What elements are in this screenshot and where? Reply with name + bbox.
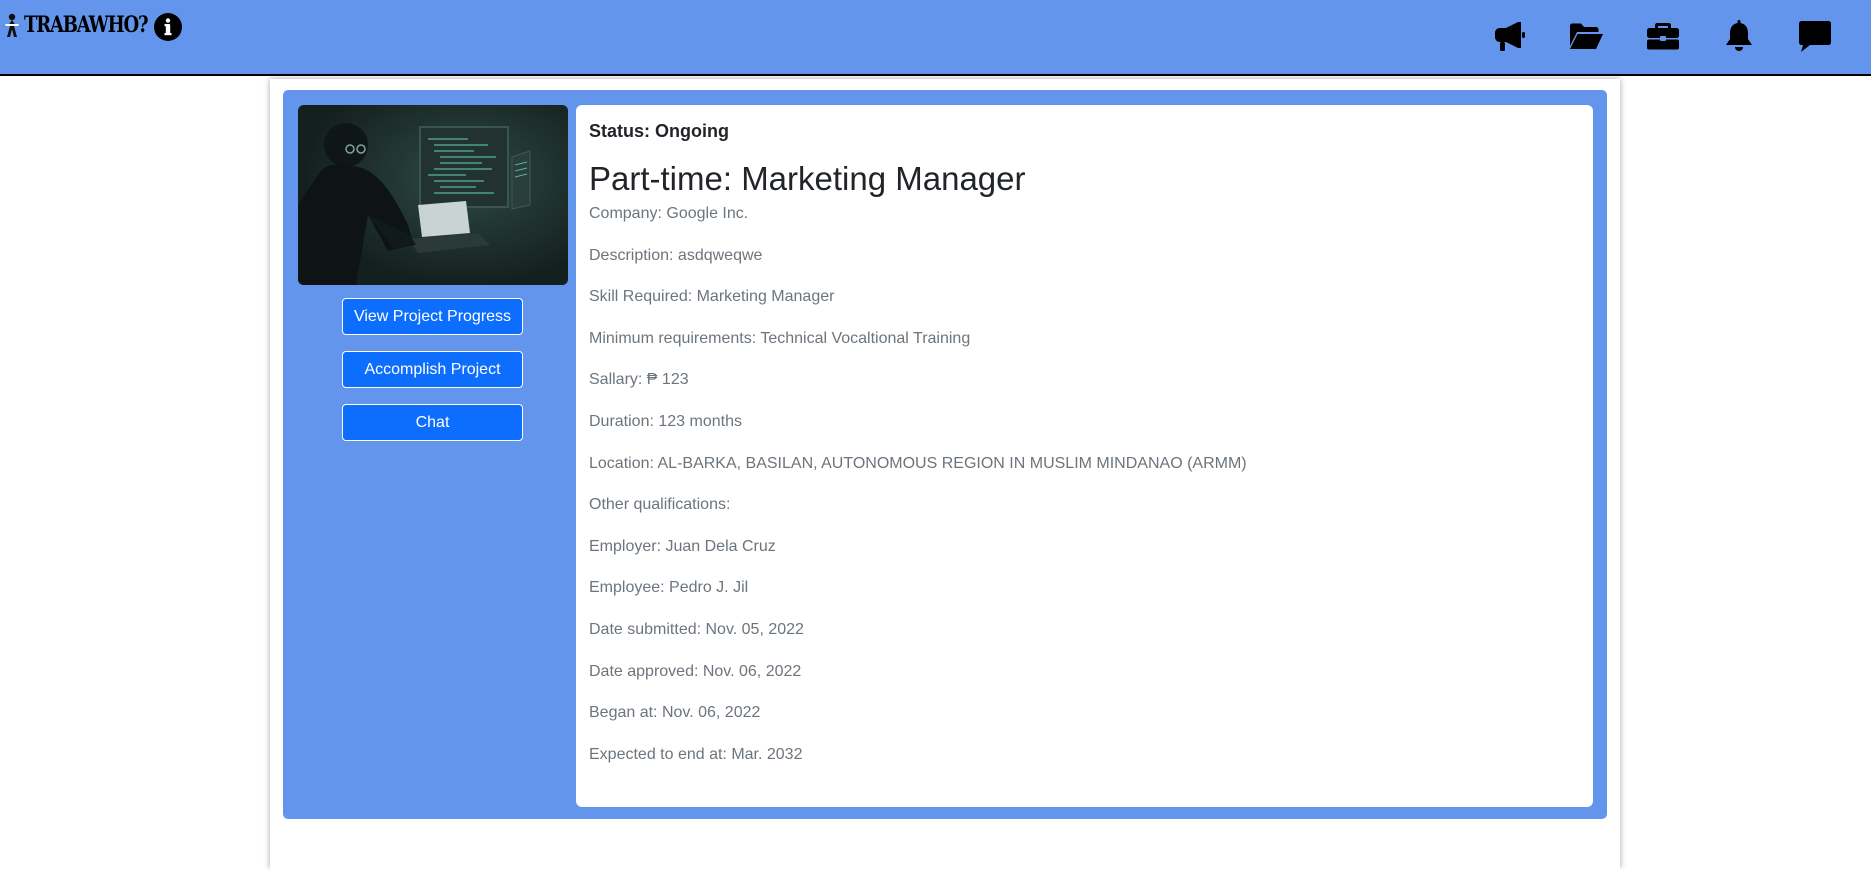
folder-open-icon [1570, 23, 1603, 49]
detail-minimum-requirements: Minimum requirements: Technical Vocaltio… [589, 329, 971, 347]
detail-other-qualifications: Other qualifications: [589, 496, 731, 514]
bell-icon [1726, 20, 1752, 51]
info-icon [154, 13, 182, 41]
briefcase-icon [1647, 23, 1679, 50]
project-status: Status: Ongoing [589, 121, 729, 141]
detail-skill-required: Skill Required: Marketing Manager [589, 288, 835, 306]
megaphone-icon [1495, 22, 1525, 51]
brand-logo-icon [2, 12, 22, 38]
detail-expected-end: Expected to end at: Mar. 2032 [589, 745, 803, 763]
projects-folder-button[interactable] [1566, 16, 1606, 56]
brand-name: TRABAWHO? [24, 12, 149, 38]
detail-date-submitted: Date submitted: Nov. 05, 2022 [589, 620, 804, 638]
detail-duration: Duration: 123 months [589, 412, 742, 430]
chat-button[interactable]: Chat [342, 404, 523, 441]
messages-button[interactable] [1795, 16, 1835, 56]
project-image [298, 105, 568, 285]
detail-date-approved: Date approved: Nov. 06, 2022 [589, 662, 802, 680]
project-details-card: Status: Ongoing Part-time: Marketing Man… [576, 105, 1593, 807]
job-title: Part-time: Marketing Manager [589, 160, 1026, 197]
accomplish-project-button[interactable]: Accomplish Project [342, 351, 523, 388]
chat-icon [1799, 21, 1831, 52]
brand-logo-link[interactable]: TRABAWHO? [2, 12, 174, 38]
jobs-briefcase-button[interactable] [1643, 16, 1683, 56]
project-photo [298, 105, 568, 285]
view-project-progress-button[interactable]: View Project Progress [342, 298, 523, 335]
detail-employer: Employer: Juan Dela Cruz [589, 537, 776, 555]
detail-employee: Employee: Pedro J. Jil [589, 579, 749, 597]
page-container: View Project Progress Accomplish Project… [270, 79, 1620, 869]
detail-began-at: Began at: Nov. 06, 2022 [589, 704, 761, 722]
detail-description: Description: asdqweqwe [589, 246, 763, 264]
notifications-button[interactable] [1719, 16, 1759, 56]
info-button[interactable] [153, 12, 183, 42]
detail-salary: Sallary: ₱ 123 [589, 371, 689, 389]
announcements-button[interactable] [1490, 16, 1530, 56]
detail-location: Location: AL-BARKA, BASILAN, AUTONOMOUS … [589, 454, 1247, 472]
project-panel: View Project Progress Accomplish Project… [283, 90, 1607, 819]
top-navbar: TRABAWHO? [0, 0, 1871, 76]
nav-icon-bar [1451, 16, 1871, 56]
detail-company: Company: Google Inc. [589, 205, 749, 222]
